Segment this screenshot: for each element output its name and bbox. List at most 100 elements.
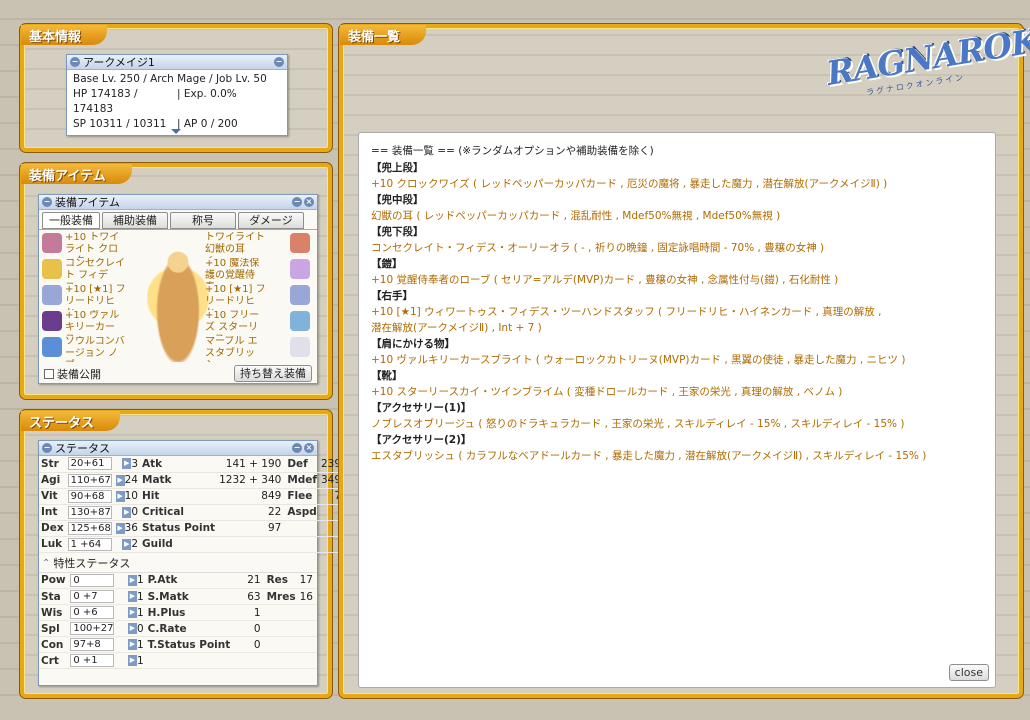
tab-general-equip[interactable]: 一般装備 [42,212,100,229]
close-button[interactable]: close [948,664,989,681]
base-label: Dex [39,520,66,537]
tab-title[interactable]: 称号 [170,212,236,229]
trait-sub-value: 1 [232,604,263,621]
stat-up-arrow-icon[interactable]: ▶ [127,623,137,634]
trait-sub2-label: Res [262,572,298,589]
collapse-icon[interactable]: − [292,197,302,207]
trait-sub-value: 0 [232,636,263,653]
basic-info-pane-title: 基本情報 [21,25,108,45]
wing-icon[interactable] [42,259,62,279]
status-titlebar[interactable]: − ステータス − × [39,441,317,456]
trait-label: Pow [39,572,69,589]
status-pane-title: ステータス [21,411,121,431]
robe-icon[interactable] [290,259,310,279]
stat-up-arrow-icon[interactable]: ▶ [115,522,125,534]
minimize-icon[interactable]: − [42,443,52,453]
base-sub-value: 97 [217,520,284,537]
base-sub-value: 22 [217,504,284,521]
slot-left-2[interactable]: コンセクレイト フィデス・… [65,258,127,284]
collapse-icon[interactable]: − [292,443,302,453]
base-sub-label: Critical [140,504,218,521]
equip-section: 【兜中段】 幻獣の耳 ( レッドペッパーカッパカード , 混乱耐性 , Mdef5… [371,192,983,224]
trait-cost: 1 [136,574,144,587]
equip-section-line: +10 [★1] ウィワートゥス・フィデス・ツーハンドスタッフ ( フリードリヒ… [371,306,882,318]
equip-item-titlebar[interactable]: − 装備アイテム − × [39,195,317,210]
equip-section-line: +10 覚醒侍奉者のローブ ( セリア=アルデ(MVP)カード , 豊穣の女神 … [371,274,839,286]
ring-icon[interactable] [42,337,62,357]
equip-list-pane-title: 装備一覧 [340,25,427,45]
base-sub-label: Guild [140,536,218,553]
slot-right-5[interactable]: マーブル エスタブリッシ… [205,336,267,362]
minimize-icon[interactable]: − [70,57,80,67]
stat-up-arrow-icon[interactable]: ▶ [122,458,132,470]
equip-section-line: ノブレスオブリージュ ( 怒りのドラキュラカード , 王家の栄光 , スキルディ… [371,418,905,430]
minimize-icon[interactable]: − [42,197,52,207]
character-sprite [147,234,209,362]
status-pane: ステータス − ステータス − × Str 20+61 ▶ 3 Atk 141 +… [20,410,381,698]
expand-arrow-icon[interactable] [171,129,181,134]
staff-icon[interactable] [290,285,310,305]
slot-right-2[interactable]: +10 魔法保護の覚醒侍奉… [205,258,267,284]
base-job-level: Base Lv. 250 / Arch Mage / Job Lv. 50 [73,73,267,85]
staff-icon[interactable] [42,285,62,305]
trait-label: Spl [39,620,69,637]
base-label: Agi [39,472,66,489]
trait-sub-label: C.Rate [145,620,233,637]
trait-value: 0 +1 [70,654,115,667]
ear-icon[interactable] [290,233,310,253]
tab-damage[interactable]: ダメージ [238,212,304,229]
base-value: 20+61 [67,457,112,471]
trait-sub2-value: 17 [297,572,317,589]
sp-value: SP 10311 / 10311 [73,118,167,130]
trait-status-table: Pow 0 ▶ 1 P.Atk 21 Res 17 Sta 0 +7 ▶ 1 S.M… [39,572,317,669]
stat-up-arrow-icon[interactable]: ▶ [115,474,125,486]
slot-right-1[interactable]: トワイライト 幻獣の耳 く… [205,232,267,258]
equip-section-heading: 【兜下段】 [371,226,424,238]
helm-icon[interactable] [42,233,62,253]
base-sub2-label [283,536,319,553]
trait-sub2-value [297,620,317,637]
close-icon[interactable]: × [304,443,314,453]
stat-up-arrow-icon[interactable]: ▶ [127,574,137,586]
slot-left-3[interactable]: +10 [★1] フリードリヒか… [65,284,127,310]
base-value: 1 +64 [67,537,112,551]
stat-up-arrow-icon[interactable]: ▶ [115,490,125,502]
equip-list-header: == 装備一覧 == (※ランダムオプションや補助装備を除く) [371,145,654,157]
slot-left-1[interactable]: +10 トワイライト クロック… [65,232,127,258]
basic-info-titlebar[interactable]: − アークメイジ1 − [67,55,287,70]
trait-sub2-label [262,604,298,621]
equip-public-checkbox[interactable] [44,368,54,379]
stat-up-arrow-icon[interactable]: ▶ [127,607,137,618]
equip-section-line: エスタブリッシュ ( カラフルなベアドールカード , 暴走した魔力 , 潜在解放… [371,450,927,462]
cape-icon[interactable] [42,311,62,331]
trait-expand-icon[interactable]: ⌃ [42,558,50,569]
equip-public-label: 装備公開 [57,367,101,381]
equip-list-pane: 装備一覧 RAGNAROK ラグナロクオンライン == 装備一覧 == (※ラン… [339,21,1030,698]
stat-up-arrow-icon[interactable]: ▶ [127,639,137,650]
stat-up-arrow-icon[interactable]: ▶ [127,591,137,602]
collapse-icon[interactable]: − [274,57,284,67]
tab-support-equip[interactable]: 補助装備 [102,212,168,229]
trait-row: Crt 0 +1 ▶ 1 [39,652,317,669]
stat-up-arrow-icon[interactable]: ▶ [122,538,132,550]
ragnarok-logo: RAGNAROK ラグナロクオンライン [823,20,1030,98]
close-icon[interactable]: × [304,197,314,207]
base-sub2-label: Def [283,456,319,473]
trait-label: Sta [39,588,69,605]
trait-value: 100+27 [70,622,115,635]
trait-sub2-value: 16 [297,588,317,605]
switch-equip-button[interactable]: 持ち替え装備 [234,365,312,382]
boot-icon[interactable] [290,311,310,331]
slot-left-5[interactable]: ソウルコンバージョン ノブ… [65,336,127,362]
charm-icon[interactable] [290,337,310,357]
slot-right-3[interactable]: +10 [★1] フリードリヒか… [205,284,267,310]
equip-section-line: +10 スターリースカイ・ツインブライム ( 変種ドロールカード , 王家の栄光… [371,386,843,398]
stat-up-arrow-icon[interactable]: ▶ [122,506,132,518]
ap-value: | AP 0 / 200 [177,118,238,130]
base-sub-value: 849 [217,488,284,505]
slot-left-4[interactable]: +10 ヴァルキリーカース… [65,310,127,336]
slot-right-4[interactable]: +10 フリーズ スターリース… [205,310,267,336]
base-label: Vit [39,488,66,505]
trait-cost: 1 [136,606,144,619]
stat-up-arrow-icon[interactable]: ▶ [127,655,137,666]
